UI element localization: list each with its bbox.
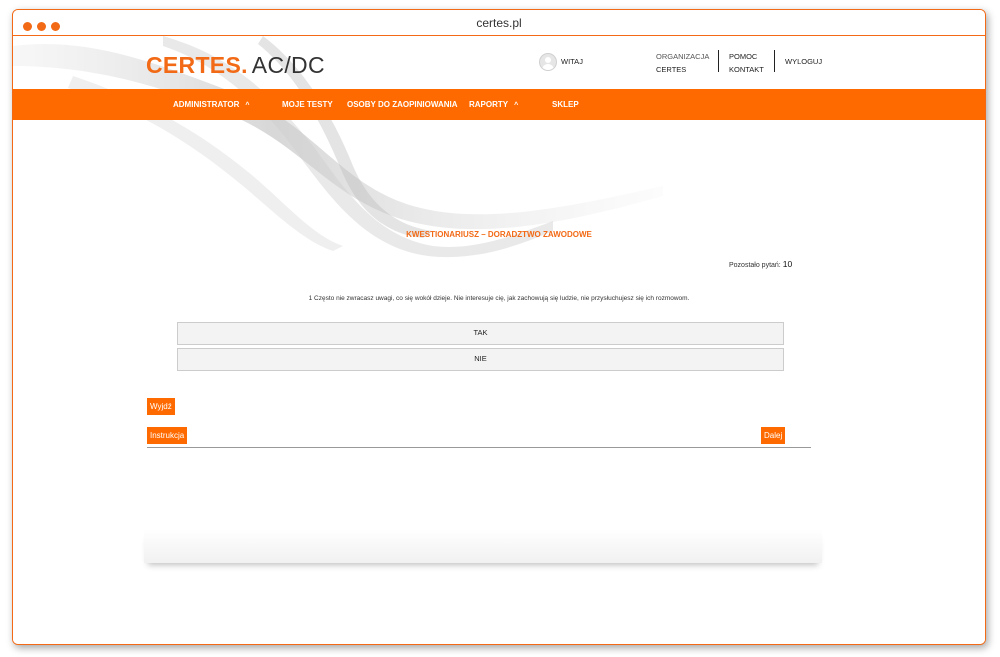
nav-item-administrator[interactable]: ADMINISTRATOR ^ — [173, 100, 249, 109]
remaining-label: Pozostało pytań: — [729, 262, 781, 269]
logout-link[interactable]: WYLOGUJ — [785, 57, 822, 66]
nav-item-reports[interactable]: RAPORTY ^ — [469, 100, 518, 109]
main-navigation: ADMINISTRATOR ^ MOJE TESTY OSOBY DO ZAOPI… — [13, 89, 985, 120]
address-bar-url[interactable]: certes.pl — [13, 16, 985, 30]
answer-option-no[interactable]: NIE — [177, 348, 784, 371]
greeting-text: WITAJ — [561, 57, 583, 66]
caret-up-icon: ^ — [245, 102, 250, 109]
logo-brand: CERTES. — [146, 52, 248, 78]
help-link[interactable]: POMOC — [729, 52, 757, 61]
browser-window: certes.pl CERTES. AC/DC WITAJ ORGANIZACJ… — [12, 9, 986, 645]
footer-shadow-panel — [144, 529, 822, 563]
user-avatar-icon — [539, 53, 557, 71]
header-divider — [774, 50, 775, 72]
remaining-questions: Pozostało pytań: 10 — [729, 259, 792, 269]
caret-up-icon: ^ — [514, 102, 519, 109]
site-logo[interactable]: CERTES. AC/DC — [146, 52, 325, 79]
nav-item-shop[interactable]: SKLEP — [552, 100, 579, 109]
page-content: CERTES. AC/DC WITAJ ORGANIZACJA CERTES PO… — [13, 36, 985, 644]
remaining-count: 10 — [782, 259, 793, 269]
instructions-button[interactable]: Instrukcja — [147, 427, 188, 444]
nav-item-label: RAPORTY — [469, 100, 509, 109]
nav-item-label: MOJE TESTY — [282, 100, 333, 109]
site-header: CERTES. AC/DC WITAJ ORGANIZACJA CERTES PO… — [13, 36, 985, 89]
nav-item-label: ADMINISTRATOR — [173, 100, 240, 109]
questionnaire-title: KWESTIONARIUSZ – DORADZTWO ZAWODOWE — [406, 230, 592, 239]
next-button[interactable]: Dalej — [761, 427, 786, 444]
organization-name: CERTES — [656, 65, 687, 74]
exit-button[interactable]: Wyjdź — [147, 398, 175, 415]
contact-link[interactable]: KONTAKT — [729, 65, 764, 74]
nav-item-my-tests[interactable]: MOJE TESTY — [282, 100, 333, 109]
logo-product: AC/DC — [251, 52, 325, 78]
header-divider — [718, 50, 719, 72]
organization-label: ORGANIZACJA — [656, 52, 710, 61]
browser-titlebar: certes.pl — [13, 10, 985, 36]
nav-item-people-to-review[interactable]: OSOBY DO ZAOPINIOWANIA — [347, 100, 458, 109]
nav-item-label: OSOBY DO ZAOPINIOWANIA — [347, 100, 458, 109]
answer-option-yes[interactable]: TAK — [177, 322, 784, 345]
form-divider — [147, 447, 811, 448]
question-text: 1 Często nie zwracasz uwagi, co się wokó… — [308, 295, 690, 302]
nav-item-label: SKLEP — [552, 100, 579, 109]
